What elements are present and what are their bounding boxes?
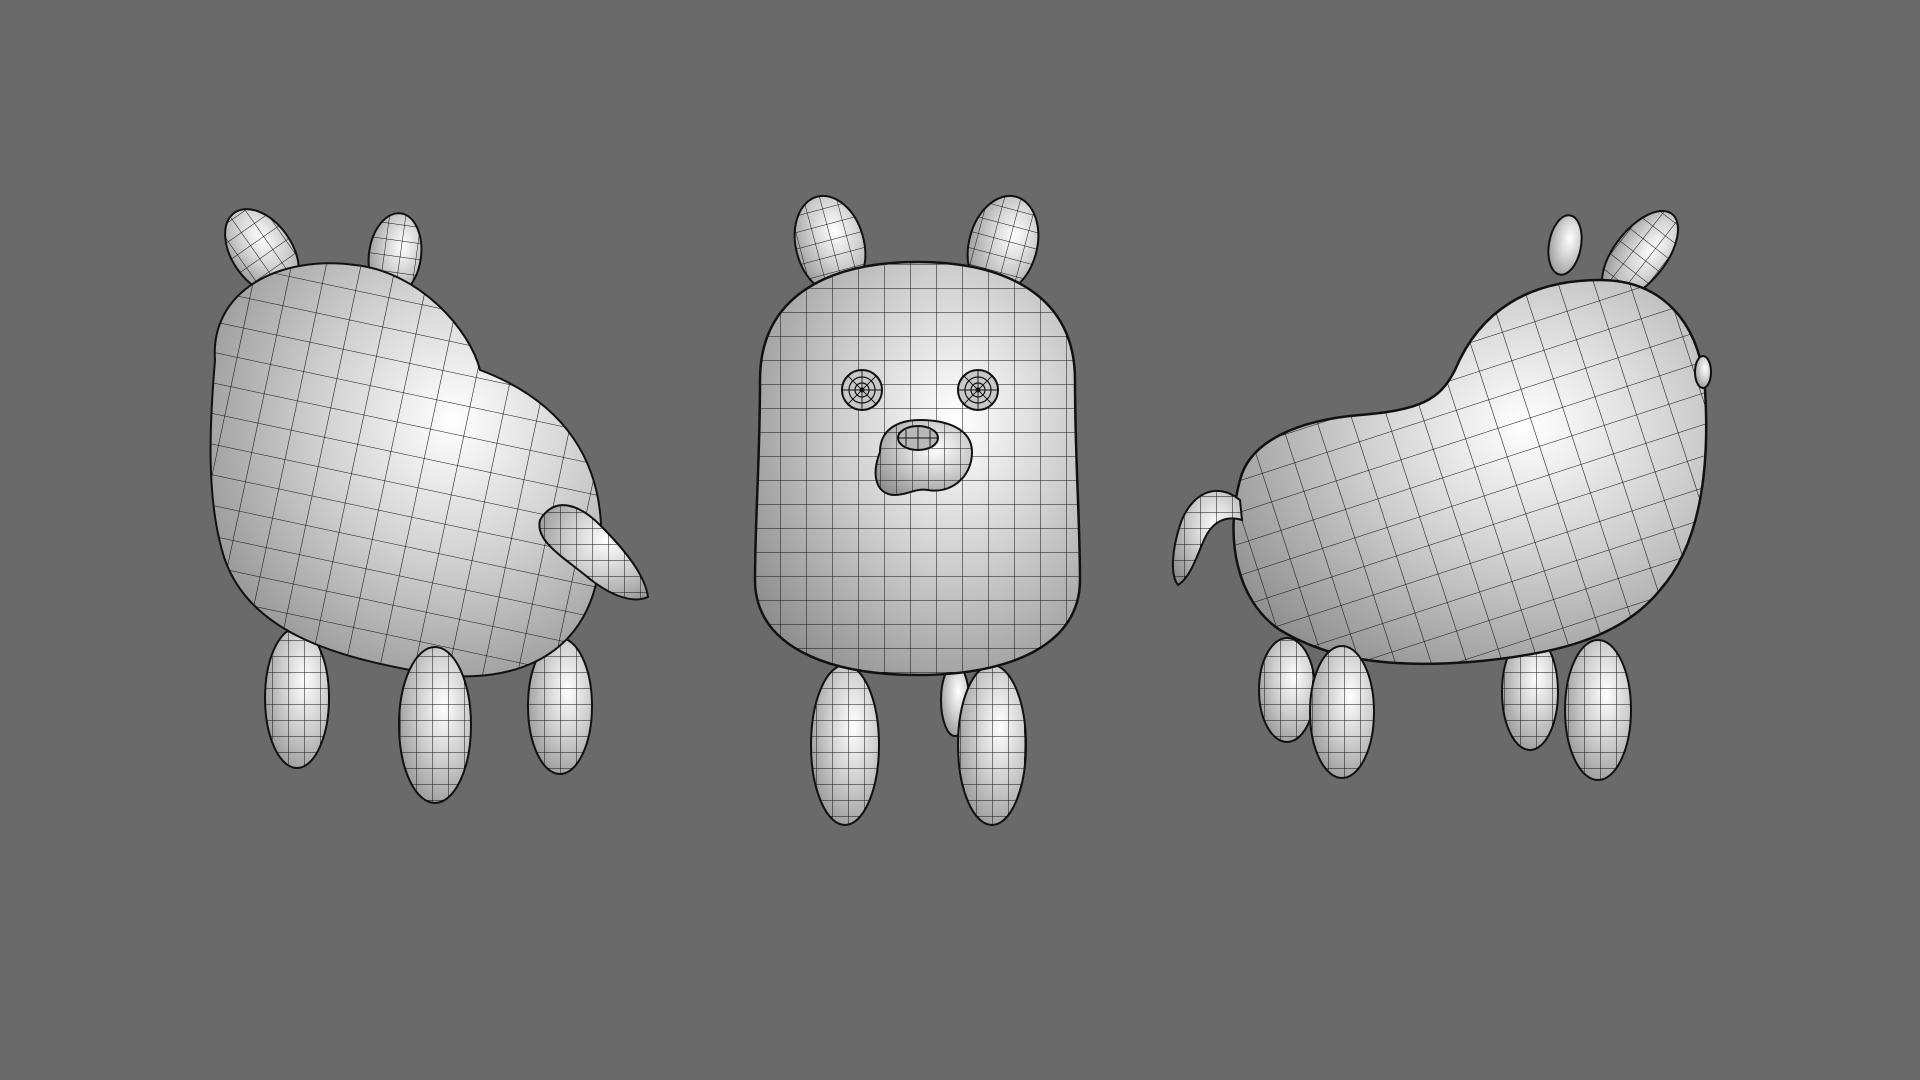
dog-leg — [1564, 639, 1632, 781]
dog-model-side-view[interactable] — [1171, 198, 1712, 781]
dog-model-back-view[interactable] — [209, 195, 650, 804]
dog-body — [1232, 278, 1708, 666]
dog-body — [209, 262, 603, 678]
dog-leg — [264, 627, 330, 769]
dog-tail — [1171, 489, 1244, 587]
dog-leg — [810, 664, 880, 826]
dog-leg — [1309, 645, 1375, 779]
dog-eye-left — [841, 369, 883, 411]
dog-model-front-view[interactable] — [753, 188, 1082, 826]
3d-viewport[interactable] — [0, 0, 1920, 1080]
dog-ear-left — [1547, 214, 1583, 276]
dog-leg — [1258, 637, 1316, 743]
dog-leg — [957, 664, 1027, 826]
dog-eye-right — [957, 369, 999, 411]
dog-leg — [398, 646, 472, 804]
dog-muzzle — [1694, 355, 1712, 389]
viewport-canvas[interactable] — [0, 0, 1920, 1080]
dog-nose — [897, 425, 939, 451]
